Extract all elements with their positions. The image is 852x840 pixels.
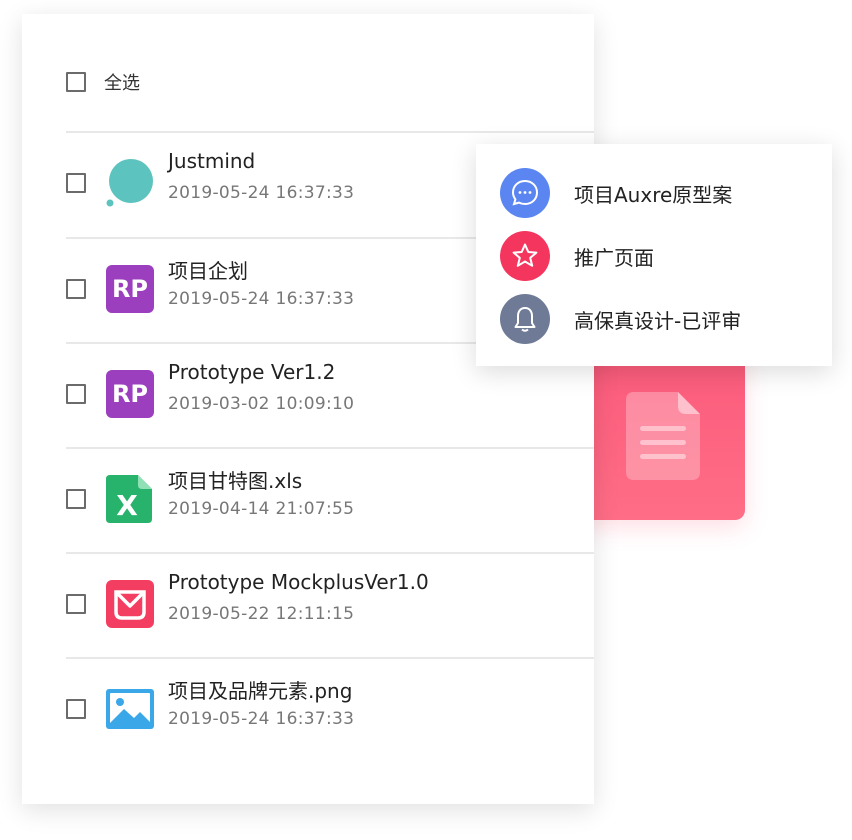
menu-item-label: 推广页面 bbox=[574, 245, 654, 270]
stage: 全选 Justmind 2019-05-24 16:37:33 RP 项目企划 … bbox=[0, 0, 852, 840]
svg-text:X: X bbox=[116, 489, 138, 522]
select-all-label: 全选 bbox=[104, 73, 140, 94]
file-time: 2019-03-02 10:09:10 bbox=[168, 394, 355, 414]
file-checkbox[interactable] bbox=[66, 699, 86, 719]
rp-file-icon: RP bbox=[106, 370, 154, 418]
file-row[interactable]: Prototype MockplusVer1.0 2019-05-22 12:1… bbox=[66, 554, 594, 658]
file-time: 2019-05-24 16:37:33 bbox=[168, 289, 355, 309]
mockplus-file-icon bbox=[106, 580, 154, 628]
context-menu: 项目Auxre原型案 推广页面 高保真设计-已评审 bbox=[476, 144, 832, 366]
chat-bubble-icon bbox=[500, 168, 550, 218]
file-name: Prototype Ver1.2 bbox=[168, 360, 336, 384]
bell-icon bbox=[500, 294, 550, 344]
menu-item-promotion[interactable]: 推广页面 bbox=[500, 231, 654, 281]
select-all-checkbox[interactable] bbox=[66, 72, 86, 92]
document-icon bbox=[626, 392, 700, 480]
file-list-panel: 全选 Justmind 2019-05-24 16:37:33 RP 项目企划 … bbox=[22, 14, 594, 804]
menu-item-hifi-design[interactable]: 高保真设计-已评审 bbox=[500, 294, 741, 344]
file-row[interactable]: X 项目甘特图.xls 2019-04-14 21:07:55 bbox=[66, 449, 594, 553]
file-time: 2019-04-14 21:07:55 bbox=[168, 499, 355, 519]
file-time: 2019-05-24 16:37:33 bbox=[168, 709, 355, 729]
file-checkbox[interactable] bbox=[66, 173, 86, 193]
file-checkbox[interactable] bbox=[66, 384, 86, 404]
file-name: Justmind bbox=[168, 149, 256, 173]
justmind-logo-icon bbox=[106, 159, 153, 207]
file-time: 2019-05-22 12:11:15 bbox=[168, 604, 355, 624]
menu-item-label: 高保真设计-已评审 bbox=[574, 308, 742, 333]
file-name: 项目企划 bbox=[168, 259, 248, 283]
file-time: 2019-05-24 16:37:33 bbox=[168, 183, 355, 203]
file-checkbox[interactable] bbox=[66, 279, 86, 299]
menu-item-auxre[interactable]: 项目Auxre原型案 bbox=[500, 168, 732, 218]
menu-item-label: 项目Auxre原型案 bbox=[574, 182, 733, 207]
file-name: Prototype MockplusVer1.0 bbox=[168, 570, 429, 594]
excel-file-icon: X bbox=[106, 475, 152, 523]
image-file-icon bbox=[106, 689, 154, 729]
file-name: 项目及品牌元素.png bbox=[168, 679, 353, 703]
file-checkbox[interactable] bbox=[66, 489, 86, 509]
file-checkbox[interactable] bbox=[66, 594, 86, 614]
rp-file-icon: RP bbox=[106, 265, 154, 313]
star-icon bbox=[500, 231, 550, 281]
select-all[interactable]: 全选 bbox=[66, 70, 140, 94]
file-row[interactable]: 项目及品牌元素.png 2019-05-24 16:37:33 bbox=[66, 659, 594, 763]
file-name: 项目甘特图.xls bbox=[168, 469, 303, 493]
